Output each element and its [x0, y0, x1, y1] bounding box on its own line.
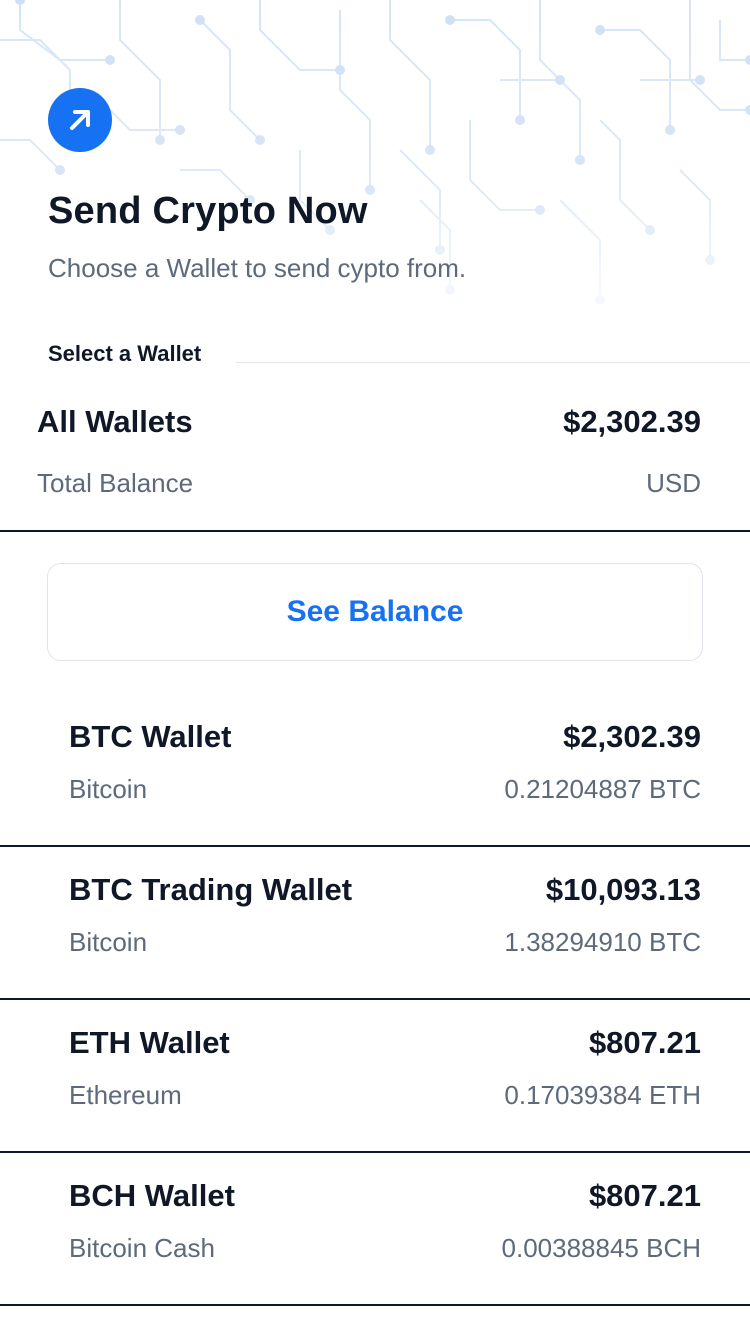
section-label: Select a Wallet — [48, 341, 202, 366]
wallet-name: BTC Wallet — [69, 719, 232, 754]
wallet-coin: Bitcoin Cash — [69, 1233, 215, 1263]
header — [48, 88, 708, 152]
wallet-name: BTC Trading Wallet — [69, 872, 353, 907]
wallet-name: ETH Wallet — [69, 1025, 230, 1060]
arrow-up-right-icon — [48, 88, 112, 152]
see-balance-button[interactable]: See Balance — [47, 563, 703, 661]
wallet-usd-balance: $807.21 — [588, 1178, 701, 1213]
wallet-coin: Bitcoin — [69, 774, 148, 804]
wallet-usd-balance: $2,302.39 — [563, 719, 701, 754]
page-subtitle: Choose a Wallet to send cypto from. — [48, 253, 467, 283]
wallet-usd-balance: $10,093.13 — [545, 872, 701, 907]
all-wallets-currency: USD — [646, 468, 701, 498]
wallet-usd-balance: $807.21 — [588, 1025, 701, 1060]
section-divider — [236, 362, 750, 363]
circuit-background-pattern — [0, 0, 750, 340]
wallet-coin-amount: 1.38294910 BTC — [504, 927, 701, 957]
wallet-row-bch[interactable]: BCH Wallet $807.21 Bitcoin Cash 0.003888… — [0, 1152, 750, 1306]
wallet-coin: Ethereum — [69, 1080, 182, 1110]
wallet-row-btc-trading[interactable]: BTC Trading Wallet $10,093.13 Bitcoin 1.… — [0, 846, 750, 1000]
wallet-name: BCH Wallet — [69, 1178, 235, 1213]
wallet-coin-amount: 0.17039384 ETH — [504, 1080, 701, 1110]
wallet-row-btc[interactable]: BTC Wallet $2,302.39 Bitcoin 0.21204887 … — [0, 693, 750, 847]
page-title: Send Crypto Now — [48, 190, 368, 232]
all-wallets-label: Total Balance — [37, 468, 194, 498]
all-wallets-amount: $2,302.39 — [563, 404, 701, 439]
all-wallets-row[interactable]: All Wallets $2,302.39 Total Balance USD — [0, 380, 750, 532]
wallet-row-eth[interactable]: ETH Wallet $807.21 Ethereum 0.17039384 E… — [0, 999, 750, 1153]
all-wallets-name: All Wallets — [37, 404, 193, 439]
wallet-coin: Bitcoin — [69, 927, 148, 957]
wallet-coin-amount: 0.21204887 BTC — [504, 774, 701, 804]
wallet-coin-amount: 0.00388845 BCH — [501, 1233, 701, 1263]
